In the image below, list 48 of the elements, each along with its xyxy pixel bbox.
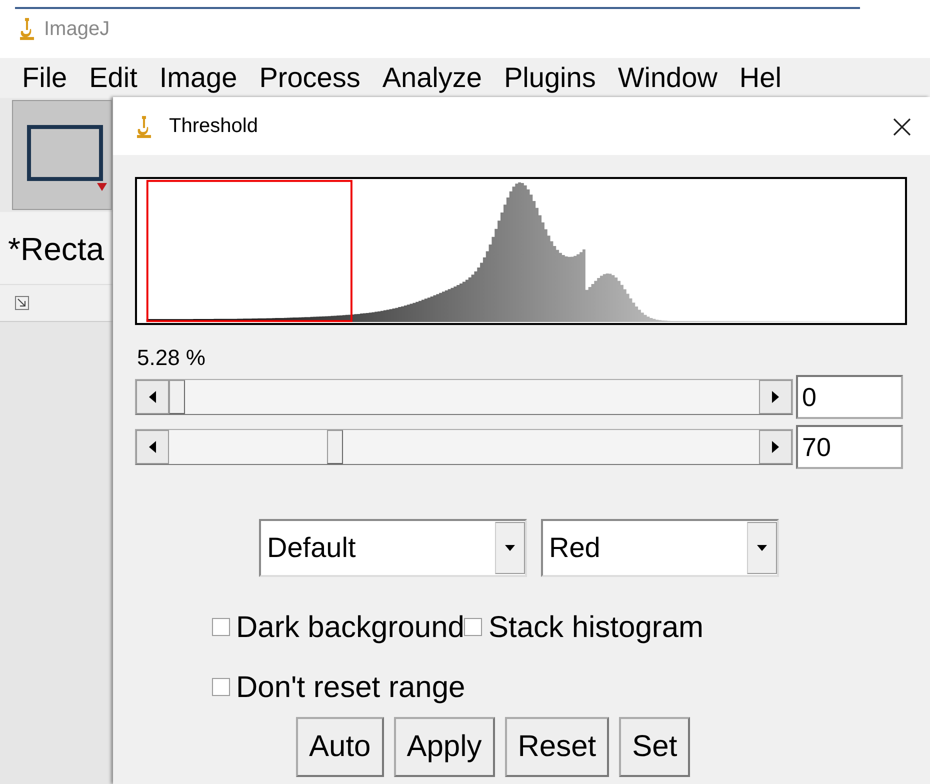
- scroll-left-button[interactable]: [136, 380, 169, 414]
- menu-item[interactable]: Process: [259, 58, 360, 98]
- status-text: *Recta: [8, 231, 104, 267]
- scroll-left-button[interactable]: [136, 430, 169, 464]
- dropdown[interactable]: Default: [259, 519, 527, 577]
- arrow-left-icon: [149, 391, 156, 403]
- menu-item[interactable]: Hel: [739, 58, 782, 98]
- window-title: ImageJ: [44, 17, 110, 42]
- menu-item[interactable]: Analyze: [382, 58, 482, 98]
- microscope-icon: [18, 16, 36, 41]
- close-icon: [892, 116, 912, 137]
- arrow-right-icon: [772, 441, 779, 453]
- dialog-button[interactable]: Auto: [296, 717, 384, 777]
- menu-item[interactable]: Window: [618, 58, 718, 98]
- scrollbar[interactable]: [135, 429, 793, 465]
- microscope-icon: [135, 114, 153, 139]
- scroll-right-button[interactable]: [759, 430, 792, 464]
- checkbox[interactable]: [212, 678, 230, 696]
- menu-item[interactable]: File: [22, 58, 68, 98]
- checkbox[interactable]: [464, 618, 482, 636]
- value-field[interactable]: 0: [796, 375, 903, 419]
- value-field[interactable]: 70: [796, 425, 903, 469]
- dialog-button[interactable]: Reset: [504, 717, 610, 777]
- resize-icon: [15, 296, 29, 310]
- arrow-left-icon: [149, 441, 156, 453]
- menu-item[interactable]: Edit: [89, 58, 138, 98]
- dropdown-value: Default: [267, 531, 356, 565]
- checkbox[interactable]: [212, 618, 230, 636]
- slider-thumb[interactable]: [326, 430, 343, 464]
- dialog-title: Threshold: [169, 114, 258, 139]
- checkbox-label[interactable]: Don't reset range: [212, 664, 466, 710]
- percent-text: 5.28 %: [137, 344, 206, 371]
- dialog-button[interactable]: Set: [619, 717, 690, 777]
- scrollbar[interactable]: [135, 379, 793, 415]
- scroll-right-button[interactable]: [759, 380, 792, 414]
- arrow-right-icon: [772, 391, 779, 403]
- caret-icon: [505, 545, 515, 551]
- dropdown-value: Red: [549, 531, 600, 565]
- menu-item[interactable]: Image: [159, 58, 238, 98]
- rectangle-tool-button[interactable]: [12, 100, 112, 210]
- checkbox-label[interactable]: Stack histogram: [464, 604, 704, 650]
- dropdown[interactable]: Red: [541, 519, 779, 577]
- checkbox-label[interactable]: Dark background: [212, 604, 464, 650]
- slider-thumb[interactable]: [169, 380, 185, 414]
- dialog-button[interactable]: Apply: [394, 717, 495, 777]
- menu-item[interactable]: Plugins: [504, 58, 596, 98]
- caret-icon: [757, 545, 767, 551]
- rectangle-icon: [27, 125, 107, 191]
